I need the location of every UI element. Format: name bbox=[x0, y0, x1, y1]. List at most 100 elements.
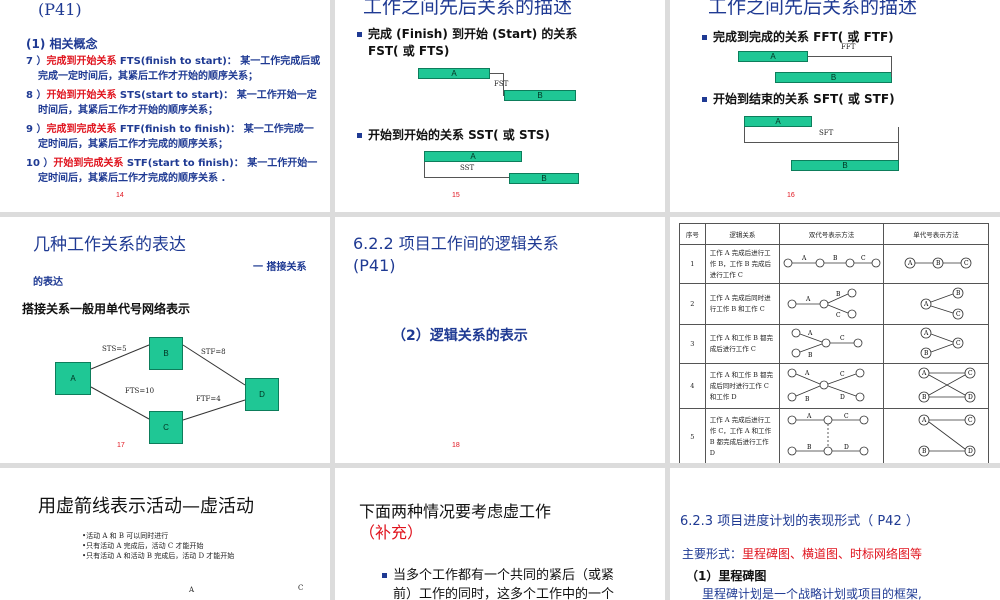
svg-text:C: C bbox=[840, 371, 845, 378]
double-diagram: A B C bbox=[779, 324, 884, 364]
page-number: 16 bbox=[787, 192, 795, 199]
bar-b: B bbox=[509, 173, 579, 184]
svg-text:B: B bbox=[956, 290, 961, 297]
page-number: 17 bbox=[117, 442, 125, 449]
svg-text:A: A bbox=[807, 330, 813, 337]
activity-note: •只有活动 A 完成后，活动 C 才能开始 bbox=[82, 542, 204, 550]
bullet-sst: 开始到开始的关系 SST( 或 STS) bbox=[357, 126, 550, 143]
edge-label-stf: STF=8 bbox=[201, 348, 226, 356]
network-note: 搭接关系一般用单代号网络表示 bbox=[22, 302, 191, 316]
svg-text:A: A bbox=[921, 417, 927, 424]
svg-text:D: D bbox=[968, 394, 973, 401]
page-number: 18 bbox=[452, 442, 460, 449]
edge-label-ftf: FTF=4 bbox=[196, 395, 221, 403]
fft-label: FFT bbox=[841, 43, 856, 51]
svg-text:B: B bbox=[808, 352, 813, 359]
svg-text:C: C bbox=[956, 311, 961, 318]
svg-text:D: D bbox=[844, 444, 849, 451]
single-diagram: A B C bbox=[883, 244, 989, 284]
node-d: D bbox=[245, 378, 279, 411]
svg-text:D: D bbox=[840, 394, 845, 401]
definition-item: 9 ）完成到完成关系 FTF(finish to finish)： 某一工作完成… bbox=[26, 124, 314, 150]
slide-19-thumbnail[interactable]: 序号 逻辑关系 双代号表示方法 单代号表示方法 1 工作 A 完成后进行工作 B… bbox=[670, 217, 1000, 463]
svg-text:A: A bbox=[923, 330, 929, 337]
definition-term: 开始到完成关系 bbox=[53, 158, 124, 169]
slide-title: 6.2.3 项目进度计划的表现形式（ P42 ） bbox=[680, 514, 919, 529]
definition-term: 开始到开始关系 bbox=[46, 90, 117, 101]
svg-text:A: A bbox=[907, 260, 913, 267]
table-header-row: 序号 逻辑关系 双代号表示方法 单代号表示方法 bbox=[679, 223, 989, 245]
slide-title: 工作之间先后关系的描述 bbox=[363, 0, 573, 18]
sst-label: SST bbox=[460, 164, 475, 172]
edge-label-sts: STS=5 bbox=[102, 345, 127, 353]
bullet-marker bbox=[702, 97, 707, 102]
bar-a: A bbox=[738, 51, 808, 62]
definition-item: 10 ）开始到完成关系 STF(start to finish)： 某一工作开始… bbox=[26, 158, 318, 184]
bar-a: A bbox=[744, 116, 812, 127]
slide-14-thumbnail[interactable]: (P41) (1) 相关概念 7 ）完成到开始关系 FTS(finish to … bbox=[0, 0, 330, 212]
fft-connector bbox=[808, 56, 892, 77]
slide-title: 6.2.2 项目工作间的逻辑关系 (P41) bbox=[353, 234, 559, 275]
header-single: 单代号表示方法 bbox=[883, 223, 989, 245]
slide-17-thumbnail[interactable]: 几种工作关系的表达 一 搭接关系 的表达 搭接关系一般用单代号网络表示 A B … bbox=[0, 217, 330, 463]
svg-text:C: C bbox=[840, 335, 845, 342]
svg-text:A: A bbox=[921, 370, 927, 377]
double-diagram: A C B D bbox=[779, 408, 884, 463]
slide-title: 用虚箭线表示活动—虚活动 bbox=[38, 496, 254, 517]
node-c: C bbox=[149, 411, 183, 444]
svg-text:C: C bbox=[861, 255, 866, 262]
page-number: 14 bbox=[116, 192, 124, 199]
slide-header: (P41) bbox=[38, 0, 82, 19]
svg-text:B: B bbox=[805, 396, 810, 403]
logic-relation-table: 序号 逻辑关系 双代号表示方法 单代号表示方法 1 工作 A 完成后进行工作 B… bbox=[679, 223, 989, 463]
bar-b: B bbox=[791, 160, 899, 171]
svg-text:B: B bbox=[836, 291, 841, 298]
bullet-marker bbox=[357, 133, 362, 138]
slide-21-thumbnail[interactable]: 下面两种情况要考虑虚工作 （补充） 当多个工作都有一个共同的紧后（或紧 前）工作… bbox=[335, 468, 665, 600]
table-row: 4 工作 A 和工作 B 都完成后同时进行工作 C 和工作 D A B C D bbox=[679, 363, 989, 409]
bullet-dummy-work: 当多个工作都有一个共同的紧后（或紧 前）工作的同时，这多个工作中的一个 bbox=[382, 566, 614, 600]
slide-16-thumbnail[interactable]: 工作之间先后关系的描述 完成到完成的关系 FFT( 或 FTF) FFT A B… bbox=[670, 0, 1000, 212]
slide-title: 工作之间先后关系的描述 bbox=[708, 0, 918, 18]
node-c-label: C bbox=[298, 584, 304, 592]
slide-15-thumbnail[interactable]: 工作之间先后关系的描述 完成 (Finish) 到开始 (Start) 的关系 … bbox=[335, 0, 665, 212]
slide-18-thumbnail[interactable]: 6.2.2 项目工作间的逻辑关系 (P41) （2）逻辑关系的表示 18 bbox=[335, 217, 665, 463]
milestone-body: 里程碑计划是一个战略计划或项目的框架, bbox=[702, 587, 922, 600]
bullet-marker bbox=[382, 573, 387, 578]
svg-text:C: C bbox=[968, 370, 973, 377]
header-double: 双代号表示方法 bbox=[779, 223, 884, 245]
table-row: 2 工作 A 完成后同时进行工作 B 和工作 C A B C A B C bbox=[679, 283, 989, 325]
fst-label: FST bbox=[494, 80, 509, 88]
svg-text:B: B bbox=[807, 444, 812, 451]
svg-text:B: B bbox=[922, 394, 927, 401]
definition-term: 完成到开始关系 bbox=[46, 56, 117, 67]
header-logic: 逻辑关系 bbox=[704, 223, 781, 245]
slide-subtitle: 一 搭接关系 bbox=[253, 262, 307, 273]
svg-text:C: C bbox=[956, 340, 961, 347]
activity-note: •只有活动 A 和活动 B 完成后，活动 D 才能开始 bbox=[82, 552, 235, 560]
bullet-marker bbox=[357, 32, 362, 37]
single-diagram: A B C bbox=[883, 324, 989, 364]
table-row: 1 工作 A 完成后进行工作 B，工作 B 完成后进行工作 C A B C A … bbox=[679, 244, 989, 284]
svg-text:D: D bbox=[968, 448, 973, 455]
svg-text:C: C bbox=[964, 260, 969, 267]
bullet-marker bbox=[702, 35, 707, 40]
svg-text:B: B bbox=[936, 260, 941, 267]
slide-subtitle-wrap: 的表达 bbox=[33, 277, 63, 288]
edge-c-d bbox=[182, 399, 246, 421]
double-diagram: A B C bbox=[779, 244, 884, 284]
svg-text:B: B bbox=[833, 255, 838, 262]
slide-20-thumbnail[interactable]: 用虚箭线表示活动—虚活动 •活动 A 和 B 可以同时进行 •只有活动 A 完成… bbox=[0, 468, 330, 600]
single-diagram: A B C bbox=[883, 283, 989, 325]
double-diagram: A B C D bbox=[779, 363, 884, 409]
double-diagram: A B C bbox=[779, 283, 884, 325]
sft-connector-drop bbox=[898, 143, 899, 160]
bullet-sft: 开始到结束的关系 SFT( 或 STF) bbox=[702, 90, 895, 107]
svg-text:B: B bbox=[924, 350, 929, 357]
node-a: A bbox=[55, 362, 91, 395]
edge-label-fts: FTS=10 bbox=[125, 387, 155, 395]
concept-heading: (1) 相关概念 bbox=[26, 37, 98, 51]
bar-a: A bbox=[424, 151, 522, 162]
svg-text:C: C bbox=[844, 413, 849, 420]
slide-22-thumbnail[interactable]: 6.2.3 项目进度计划的表现形式（ P42 ） 主要形式：里程碑图、横道图、时… bbox=[670, 468, 1000, 600]
